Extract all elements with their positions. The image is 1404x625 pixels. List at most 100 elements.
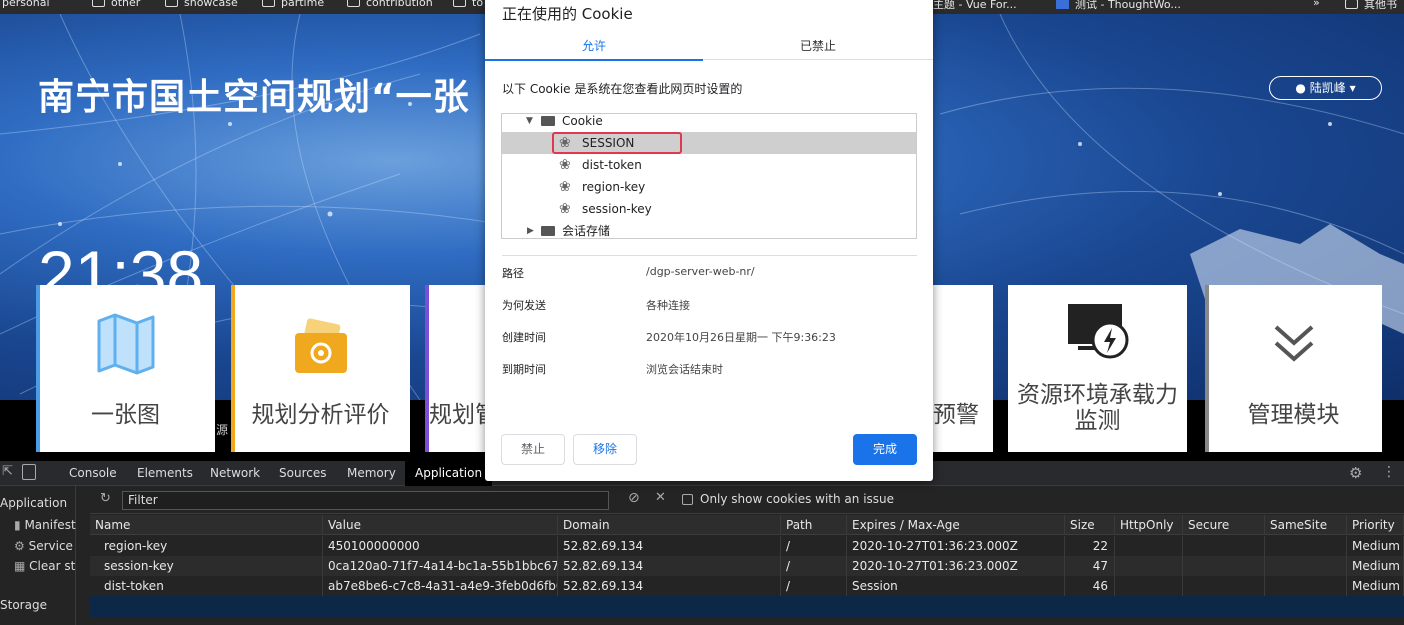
site-icon (1056, 0, 1069, 9)
monitor-bolt-icon (1067, 304, 1128, 359)
tab-blocked[interactable]: 已禁止 (703, 37, 933, 54)
cookie-icon: ❀ (559, 157, 571, 173)
cell-name: region-key (90, 536, 323, 556)
bookmark-partime[interactable]: partime (262, 0, 324, 12)
table-row[interactable]: region-key 450100000000 52.82.69.134 / 2… (90, 536, 1404, 556)
tab-console[interactable]: Console (59, 461, 127, 486)
cookie-icon: ❀ (559, 179, 571, 195)
tree-folder-label: Cookie (562, 114, 603, 128)
detail-value-send-for: 各种连接 (646, 299, 690, 312)
cookies-toolbar: ↻ Filter ⊘ ✕ Only show cookies with an i… (90, 486, 1404, 514)
table-row[interactable]: session-key 0ca120a0-71f7-4a14-bc1a-55b1… (90, 556, 1404, 576)
bookmark-contribution[interactable]: contribution (347, 0, 433, 12)
card-planning-analysis[interactable]: 规划分析评价 (231, 285, 410, 452)
sidebar-item-label: Clear st (29, 559, 76, 573)
bookmark-thoughtworks[interactable]: 测试 - ThoughtWo... (1056, 0, 1181, 12)
card-planning-management[interactable]: 规划管 (425, 285, 487, 452)
detail-value-expires: 浏览会话结束时 (646, 363, 723, 376)
dialog-description: 以下 Cookie 是系统在您查看此网页时设置的 (502, 82, 743, 96)
card-resource-capacity[interactable]: 资源环境承载力 监测 (1008, 285, 1187, 452)
bookmark-personal[interactable]: personal (2, 0, 50, 12)
column-value[interactable]: Value (323, 515, 558, 535)
cell-expires: 2020-10-27T01:36:23.000Z (847, 556, 1065, 576)
screen: personal other showcase partime contribu… (0, 0, 1404, 625)
devtools-panel: ⇱ Console Elements Network Sources Memor… (0, 461, 1404, 625)
delete-selected-icon[interactable]: ✕ (655, 490, 666, 505)
sidebar-item-manifest[interactable]: ▮ Manifest (14, 518, 76, 532)
tab-active-indicator (485, 59, 703, 61)
tree-item-region-key[interactable]: ❀ region-key (502, 176, 916, 198)
table-row[interactable]: dist-token ab7e8be6-c7c8-4a31-a4e9-3feb0… (90, 576, 1404, 596)
column-samesite[interactable]: SameSite (1265, 515, 1347, 535)
tab-elements[interactable]: Elements (127, 461, 203, 486)
cell-priority: Medium (1347, 536, 1404, 556)
tab-allowed[interactable]: 允许 (485, 37, 703, 54)
bookmark-to[interactable]: to (453, 0, 483, 12)
cell-httponly (1115, 556, 1183, 576)
tree-item-label: region-key (582, 180, 646, 194)
gear-icon[interactable]: ⚙ (1349, 464, 1362, 482)
sidebar-item-clear-storage[interactable]: ▦ Clear st (14, 559, 75, 573)
cell-size: 47 (1065, 556, 1115, 576)
detail-value-created: 2020年10月26日星期一 下午9:36:23 (646, 331, 836, 344)
done-button[interactable]: 完成 (853, 434, 917, 465)
sidebar-item-service-workers[interactable]: ⚙ Service (14, 539, 73, 553)
remove-button[interactable]: 移除 (573, 434, 637, 465)
collapse-arrow-icon[interactable]: ▶ (527, 220, 534, 238)
table-row-empty-selected[interactable] (90, 596, 1404, 618)
cell-value: ab7e8be6-c7c8-4a31-a4e9-3feb0d6fb02f (323, 576, 558, 596)
tree-item-session-key[interactable]: ❀ session-key (502, 198, 916, 220)
expand-arrow-icon[interactable]: ▼ (526, 114, 533, 132)
device-toolbar-icon[interactable] (22, 464, 36, 480)
tab-application[interactable]: Application (405, 461, 493, 486)
card-warning[interactable]: 预警 (933, 285, 993, 452)
card-management[interactable]: 管理模块 (1205, 285, 1382, 452)
block-button[interactable]: 禁止 (501, 434, 565, 465)
tree-item-label: session-key (582, 202, 652, 216)
more-options-icon[interactable]: ⋮ (1382, 464, 1396, 480)
folder-icon (92, 0, 105, 7)
column-path[interactable]: Path (781, 515, 847, 535)
only-issues-checkbox[interactable] (682, 494, 693, 505)
column-secure[interactable]: Secure (1183, 515, 1265, 535)
tree-folder-cookie[interactable]: ▼ Cookie (502, 114, 916, 132)
cookie-icon: ❀ (559, 201, 571, 217)
cell-priority: Medium (1347, 576, 1404, 596)
clear-all-icon[interactable]: ⊘ (628, 490, 640, 506)
tab-network[interactable]: Network (200, 461, 270, 486)
bookmark-vue-forum[interactable]: 主题 - Vue For... (933, 0, 1017, 12)
column-name[interactable]: Name (90, 515, 323, 535)
bookmark-showcase[interactable]: showcase (165, 0, 238, 12)
tree-item-dist-token[interactable]: ❀ dist-token (502, 154, 916, 176)
column-expires[interactable]: Expires / Max-Age (847, 515, 1065, 535)
map-icon (97, 313, 154, 375)
inspect-element-icon[interactable]: ⇱ (2, 464, 13, 479)
cell-httponly (1115, 576, 1183, 596)
tab-sources[interactable]: Sources (269, 461, 336, 486)
card-label: 一张图 (91, 402, 160, 428)
cell-name: dist-token (90, 576, 323, 596)
detail-label-send-for: 为何发送 (502, 299, 546, 312)
bookmark-other-bookmarks[interactable]: 其他书 (1345, 0, 1397, 12)
sidebar-item-label: Service (28, 539, 73, 553)
bookmark-other[interactable]: other (92, 0, 140, 12)
column-priority[interactable]: Priority (1347, 515, 1404, 535)
column-size[interactable]: Size (1065, 515, 1115, 535)
user-menu-button[interactable]: ● 陆凯峰 ▾ (1269, 76, 1382, 100)
card-one-map[interactable]: 一张图 (36, 285, 215, 452)
tab-memory[interactable]: Memory (337, 461, 406, 486)
column-httponly[interactable]: HttpOnly (1115, 515, 1183, 535)
card-label: 管理模块 (1247, 402, 1340, 428)
column-domain[interactable]: Domain (558, 515, 781, 535)
detail-label-path: 路径 (502, 267, 524, 280)
cell-secure (1183, 536, 1265, 556)
bookmark-label: other (111, 0, 141, 9)
bookmark-label: 其他书 (1364, 0, 1397, 11)
user-name: 陆凯峰 (1309, 81, 1346, 95)
refresh-icon[interactable]: ↻ (100, 491, 111, 506)
cookie-tree: ▼ Cookie ❀ SESSION ❀ dist-token ❀ region… (501, 113, 917, 239)
bookmarks-overflow-button[interactable]: » (1313, 0, 1320, 12)
bookmark-label: 主题 - Vue For... (933, 0, 1017, 11)
tree-folder-session-storage[interactable]: ▶ 会话存储 (502, 220, 916, 238)
filter-input[interactable]: Filter (122, 491, 609, 510)
